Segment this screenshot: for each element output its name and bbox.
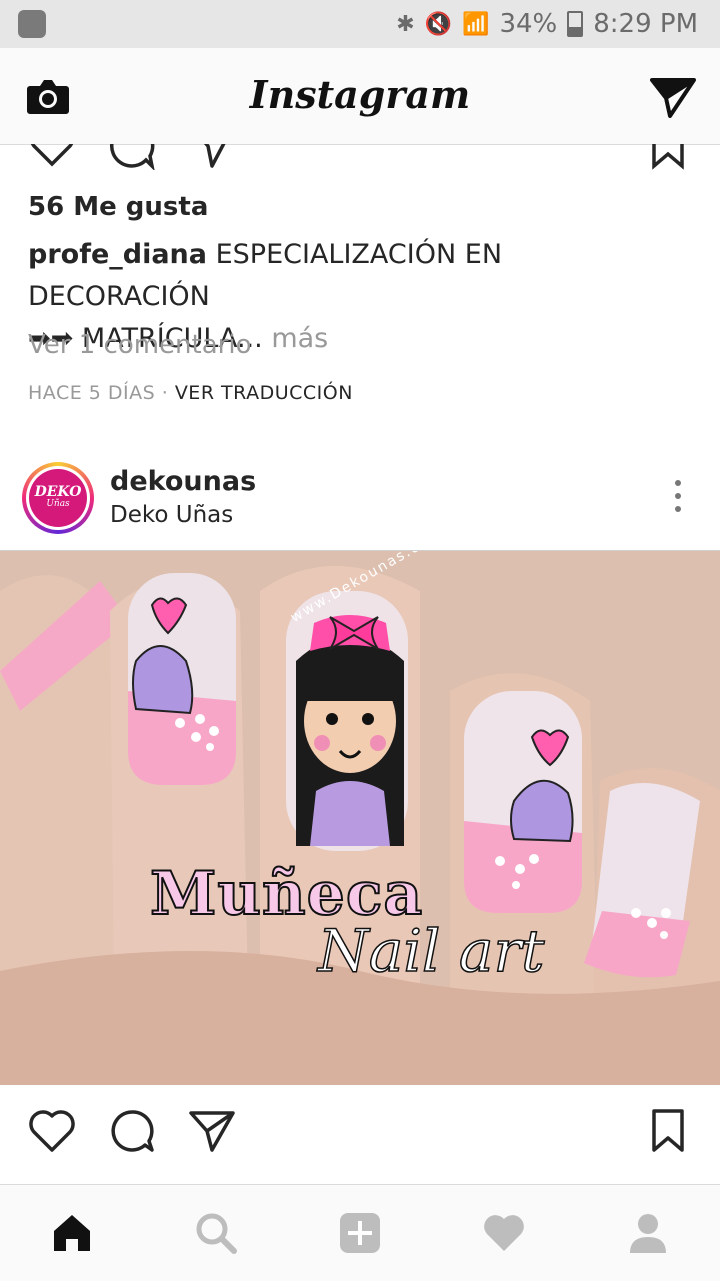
direct-send-icon[interactable] [650,76,696,118]
post-time: HACE 5 DÍAS [28,382,156,404]
share-icon[interactable] [188,1108,236,1154]
home-icon[interactable] [50,1211,94,1255]
bookmark-icon[interactable] [650,144,686,170]
more-link[interactable]: más [271,323,328,354]
view-comments-link[interactable]: Ver 1 comentario [28,330,251,360]
add-icon[interactable] [338,1211,382,1255]
meta-separator: · [155,382,175,404]
share-icon[interactable] [188,144,236,170]
wifi-icon: 📶 [462,11,490,37]
activity-heart-icon[interactable] [482,1211,526,1255]
avatar-logo: DEKO Uñas [29,469,87,527]
post-image[interactable]: www.Dekounas.com Muñeca Nail art [0,550,720,1085]
comment-icon[interactable] [108,144,156,170]
nail-art-photo [0,551,720,1085]
status-indicators: ✱ 🔇 📶 34% 8:29 PM [396,0,698,48]
post-location[interactable]: Deko Uñas [110,502,233,528]
previous-post-actions [0,144,720,174]
mute-icon: 🔇 [424,11,453,37]
bottom-navigation [0,1184,720,1281]
post-actions [0,1086,720,1176]
heart-icon[interactable] [28,144,76,170]
profile-icon[interactable] [626,1211,670,1255]
bluetooth-icon: ✱ [396,11,415,37]
status-bar: ✱ 🔇 📶 34% 8:29 PM [0,0,720,48]
likes-count[interactable]: 56 Me gusta [28,192,208,222]
avatar[interactable]: DEKO Uñas [22,462,94,534]
clock: 8:29 PM [593,9,698,39]
app-notification-icon [18,10,46,38]
comment-icon[interactable] [108,1108,156,1154]
post-header: DEKO Uñas dekounas Deko Uñas [0,452,720,548]
post-username[interactable]: dekounas [110,466,256,497]
see-translation-link[interactable]: VER TRADUCCIÓN [175,382,353,404]
more-options-icon[interactable] [674,480,682,520]
heart-icon[interactable] [28,1108,76,1154]
battery-icon [567,11,584,37]
search-icon[interactable] [194,1211,238,1255]
bookmark-icon[interactable] [650,1108,686,1154]
image-subtitle: Nail art [317,916,545,986]
post-meta: HACE 5 DÍAS · VER TRADUCCIÓN [28,382,353,404]
app-title: Instagram [249,72,471,117]
battery-percent: 34% [499,9,558,39]
app-header: Instagram [0,48,720,145]
caption-username[interactable]: profe_diana [28,239,207,270]
